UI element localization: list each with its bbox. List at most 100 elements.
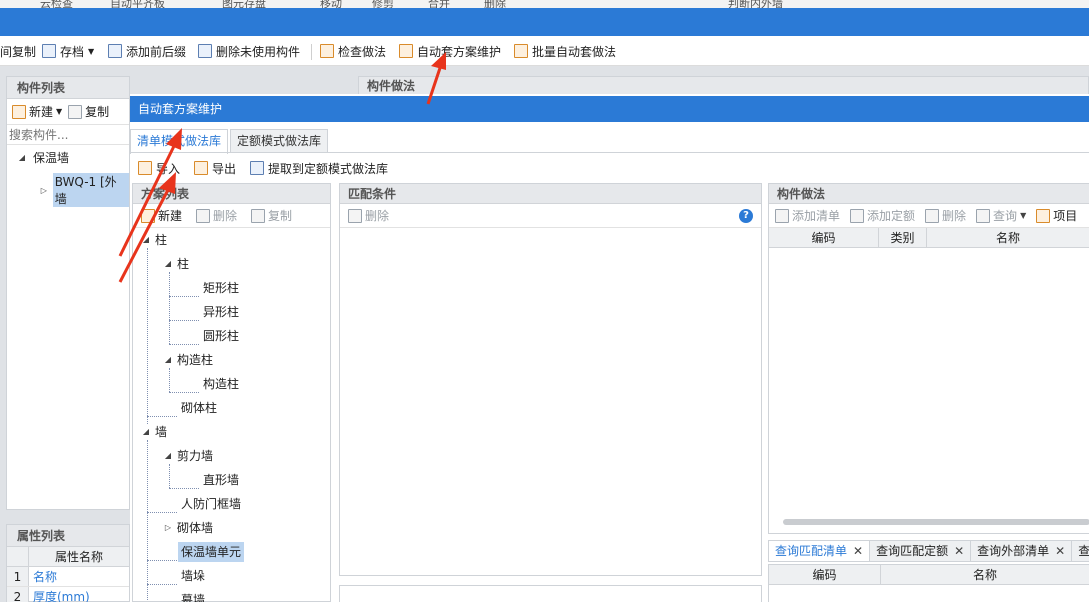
new-component-button[interactable]: 新建 ▼	[12, 103, 62, 120]
panel-title: 构件做法	[769, 184, 1089, 204]
delete-scheme-button[interactable]: 删除	[196, 207, 237, 224]
add-quota-icon	[850, 208, 865, 223]
delete-method-button[interactable]: 删除	[925, 207, 966, 224]
close-icon[interactable]: ✕	[853, 544, 863, 558]
tree-node[interactable]: ◢ 剪力墙	[163, 446, 213, 466]
tab-query-more[interactable]: 查	[1071, 540, 1089, 562]
tree-line	[169, 296, 199, 297]
col-code: 编码	[769, 565, 881, 584]
top-ribbon: 云检查 自动平齐板 图元存盘 移动 修剪 合并 删除 判断内外墙	[0, 0, 1089, 8]
ribbon-item[interactable]: 删除	[484, 0, 506, 8]
table-row[interactable]: 1 名称	[7, 567, 129, 587]
export-icon	[194, 161, 209, 175]
tree-node-label: 柱	[177, 257, 190, 271]
ribbon-item[interactable]: 自动平齐板	[110, 0, 165, 8]
main-toolbar: 间复制 存档 ▼ 添加前后缀 删除未使用构件 检查做法 自动套方案维护 批量自动…	[0, 36, 1089, 66]
delete-label: 删除	[213, 209, 238, 223]
expand-icon[interactable]: ▷	[163, 518, 173, 538]
tree-node[interactable]: 直形墙	[203, 470, 239, 490]
delete-condition-button[interactable]: 删除	[348, 207, 389, 224]
col-num	[7, 547, 29, 566]
tab-query-match-list[interactable]: 查询匹配清单 ✕	[768, 540, 871, 562]
item-button[interactable]: 项目	[1036, 207, 1077, 224]
expand-icon[interactable]: ▷	[39, 186, 49, 195]
collapse-icon[interactable]: ◢	[163, 350, 173, 370]
component-search-input[interactable]	[7, 125, 129, 145]
import-button[interactable]: 导入	[138, 160, 180, 177]
ribbon-item[interactable]: 移动	[320, 0, 342, 8]
ribbon-item[interactable]: 合并	[428, 0, 450, 8]
tree-node[interactable]: 人防门框墙	[181, 494, 241, 514]
tree-node-child[interactable]: ▷ BWQ-1 [外墙	[39, 173, 129, 207]
add-prefix-suffix-button[interactable]: 添加前后缀	[108, 43, 186, 59]
tree-node-label: 异形柱	[203, 305, 240, 319]
tree-node[interactable]: ◢ 构造柱	[163, 350, 213, 370]
copy-scheme-button[interactable]: 复制	[251, 207, 292, 224]
component-tree: ◢ 保温墙 ▷ BWQ-1 [外墙	[7, 145, 129, 207]
ribbon-item[interactable]: 修剪	[372, 0, 394, 8]
new-scheme-button[interactable]: 新建	[141, 207, 182, 224]
component-list-panel: 构件列表 新建 ▼ 复制 ◢ 保温墙 ▷ BWQ-1 [外墙	[6, 76, 130, 510]
extract-button[interactable]: 提取到定额模式做法库	[250, 160, 388, 177]
new-icon	[12, 104, 26, 119]
tree-node[interactable]: ◢ 柱	[141, 230, 167, 250]
row-name: 名称	[33, 570, 58, 584]
tree-node[interactable]: 幕墙	[181, 590, 205, 602]
tree-node[interactable]: ◢ 柱	[163, 254, 189, 274]
tree-node-label: 砌体墙	[177, 521, 214, 535]
tab-bill-mode[interactable]: 清单模式做法库	[130, 129, 229, 154]
tree-node-selected[interactable]: 保温墙单元	[178, 542, 245, 562]
tree-node[interactable]: 墙垛	[181, 566, 205, 586]
tree-node-root[interactable]: ◢ 保温墙	[17, 149, 69, 166]
tree-node[interactable]: 异形柱	[203, 302, 239, 322]
tree-node[interactable]: ◢ 墙	[141, 422, 167, 442]
copy-component-button[interactable]: 复制	[68, 103, 109, 120]
horizontal-scrollbar[interactable]	[783, 519, 1089, 525]
tab-query-match-quota[interactable]: 查询匹配定额 ✕	[869, 540, 972, 562]
item-icon	[1036, 208, 1051, 223]
ribbon-item[interactable]: 判断内外墙	[728, 0, 783, 8]
tree-node[interactable]: ▷ 砌体墙	[163, 518, 213, 538]
tree-node[interactable]: 砌体柱	[181, 398, 217, 418]
col-type: 类别	[879, 228, 927, 247]
col-name: 名称	[972, 568, 997, 582]
close-icon[interactable]: ✕	[1055, 544, 1065, 558]
copy-across-button[interactable]: 间复制	[0, 43, 36, 59]
add-list-button[interactable]: 添加清单	[775, 207, 840, 224]
export-button[interactable]: 导出	[194, 160, 236, 177]
collapse-icon[interactable]: ◢	[163, 254, 173, 274]
tree-node[interactable]: 矩形柱	[203, 278, 239, 298]
delete-unused-button[interactable]: 删除未使用构件	[198, 43, 300, 59]
copy-icon	[251, 208, 266, 223]
auto-scheme-maintain-button[interactable]: 自动套方案维护	[399, 43, 501, 59]
tree-node-label: 幕墙	[181, 593, 206, 602]
ribbon-item[interactable]: 云检查	[40, 0, 73, 8]
check-method-button[interactable]: 检查做法	[320, 43, 386, 59]
help-icon[interactable]: ?	[739, 208, 753, 223]
batch-auto-apply-button[interactable]: 批量自动套做法	[514, 43, 616, 59]
collapse-icon[interactable]: ◢	[141, 230, 151, 250]
table-row[interactable]: 2 厚度(mm)	[7, 587, 129, 602]
tab-quota-mode[interactable]: 定额模式做法库	[230, 129, 329, 153]
query-button[interactable]: 查询 ▼	[976, 207, 1026, 224]
component-method-panel: 构件做法	[358, 76, 1089, 94]
collapse-icon[interactable]: ◢	[141, 422, 151, 442]
tree-node[interactable]: 圆形柱	[203, 326, 239, 346]
tree-node[interactable]: 构造柱	[203, 374, 239, 394]
match-conditions-panel: 匹配条件 删除 ?	[339, 183, 762, 576]
tab-label: 查询匹配定额	[876, 544, 949, 558]
add-quota-button[interactable]: 添加定额	[850, 207, 915, 224]
archive-button[interactable]: 存档 ▼	[42, 43, 94, 59]
query-label: 查询	[993, 209, 1018, 223]
tree-node-label: 构造柱	[177, 353, 214, 367]
tree-line	[169, 464, 170, 488]
tree-node-label: 墙	[155, 425, 168, 439]
collapse-icon[interactable]: ◢	[17, 153, 27, 162]
scheme-list-panel: 方案列表 新建 删除 复制 ◢ 柱 ◢ 柱 矩形柱 异形柱 圆形柱 ◢ 构造柱 …	[132, 183, 331, 602]
collapse-icon[interactable]: ◢	[163, 446, 173, 466]
close-icon[interactable]: ✕	[954, 544, 964, 558]
copy-label: 复制	[268, 209, 293, 223]
tab-divider	[130, 152, 1089, 153]
tab-query-external-list[interactable]: 查询外部清单 ✕	[970, 540, 1073, 562]
ribbon-item[interactable]: 图元存盘	[222, 0, 266, 8]
